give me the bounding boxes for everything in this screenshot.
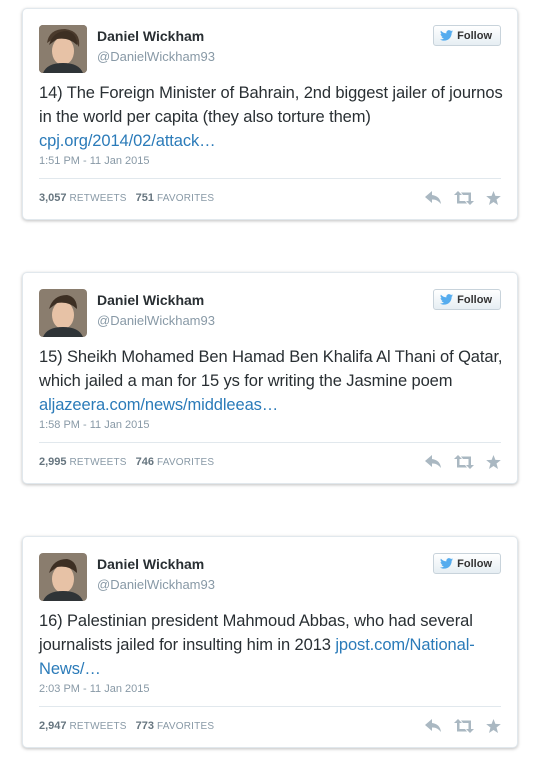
follow-button[interactable]: Follow (433, 289, 501, 310)
timestamp[interactable]: 1:51 PM - 11 Jan 2015 (39, 155, 149, 167)
follow-button[interactable]: Follow (433, 553, 501, 574)
reply-icon[interactable] (425, 719, 442, 733)
avatar[interactable] (39, 25, 87, 73)
tweet-actions (425, 719, 501, 733)
favorite-count[interactable]: 773 (136, 720, 154, 732)
retweets-label: RETWEETS (69, 457, 127, 468)
bird-icon (440, 558, 454, 569)
retweet-count[interactable]: 3,057 (39, 192, 67, 204)
retweet-icon[interactable] (454, 191, 474, 205)
follow-label: Follow (457, 29, 492, 42)
bird-icon (440, 294, 454, 305)
favorite-icon[interactable] (486, 455, 501, 469)
tweet-actions (425, 455, 501, 469)
retweets-label: RETWEETS (69, 193, 127, 204)
favorite-count[interactable]: 746 (136, 456, 154, 468)
retweet-icon[interactable] (454, 455, 474, 469)
follow-label: Follow (457, 293, 492, 306)
bird-icon (440, 30, 454, 41)
username[interactable]: @DanielWickham93 (97, 577, 215, 592)
favorites-label: FAVORITES (157, 193, 215, 204)
tweet-actions (425, 191, 501, 205)
tweet-body: 15) Sheikh Mohamed Ben Hamad Ben Khalifa… (39, 348, 503, 390)
retweet-count[interactable]: 2,947 (39, 720, 67, 732)
tweet-stats: 2,947 RETWEETS 773 FAVORITES (39, 720, 214, 732)
tweet-card: Daniel Wickham @DanielWickham93 Follow 1… (22, 8, 518, 220)
divider (39, 178, 501, 179)
tweet-link[interactable]: cpj.org/2014/02/attack… (39, 132, 216, 150)
divider (39, 706, 501, 707)
tweet-stats: 3,057 RETWEETS 751 FAVORITES (39, 192, 214, 204)
tweet-text: 14) The Foreign Minister of Bahrain, 2nd… (39, 81, 509, 153)
favorites-label: FAVORITES (157, 457, 215, 468)
favorites-label: FAVORITES (157, 721, 215, 732)
tweet-text: 15) Sheikh Mohamed Ben Hamad Ben Khalifa… (39, 345, 509, 417)
username[interactable]: @DanielWickham93 (97, 49, 215, 64)
favorite-icon[interactable] (486, 191, 501, 205)
retweet-count[interactable]: 2,995 (39, 456, 67, 468)
reply-icon[interactable] (425, 191, 442, 205)
avatar[interactable] (39, 553, 87, 601)
avatar[interactable] (39, 289, 87, 337)
tweet-link[interactable]: aljazeera.com/news/middleeas… (39, 396, 278, 414)
username[interactable]: @DanielWickham93 (97, 313, 215, 328)
follow-label: Follow (457, 557, 492, 570)
retweet-icon[interactable] (454, 719, 474, 733)
tweet-body: 14) The Foreign Minister of Bahrain, 2nd… (39, 84, 503, 126)
timestamp[interactable]: 1:58 PM - 11 Jan 2015 (39, 419, 149, 431)
divider (39, 442, 501, 443)
tweet-card: Daniel Wickham @DanielWickham93 Follow 1… (22, 536, 518, 748)
retweets-label: RETWEETS (69, 721, 127, 732)
tweet-stats: 2,995 RETWEETS 746 FAVORITES (39, 456, 214, 468)
timestamp[interactable]: 2:03 PM - 11 Jan 2015 (39, 683, 149, 695)
display-name[interactable]: Daniel Wickham (97, 28, 204, 44)
display-name[interactable]: Daniel Wickham (97, 556, 204, 572)
display-name[interactable]: Daniel Wickham (97, 292, 204, 308)
favorite-icon[interactable] (486, 719, 501, 733)
reply-icon[interactable] (425, 455, 442, 469)
follow-button[interactable]: Follow (433, 25, 501, 46)
favorite-count[interactable]: 751 (136, 192, 154, 204)
tweet-card: Daniel Wickham @DanielWickham93 Follow 1… (22, 272, 518, 484)
tweet-text: 16) Palestinian president Mahmoud Abbas,… (39, 609, 509, 681)
